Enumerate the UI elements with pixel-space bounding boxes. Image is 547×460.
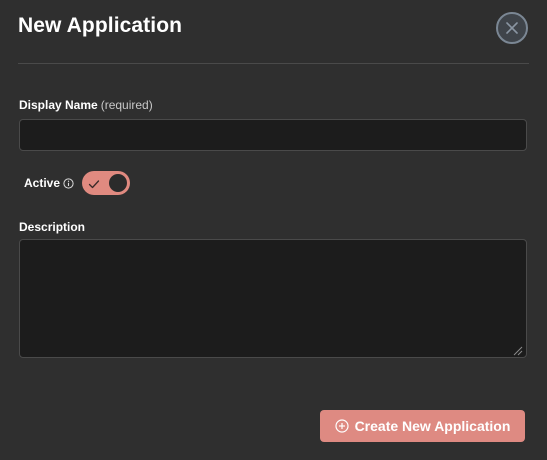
description-label: Description	[19, 220, 86, 234]
create-button-label: Create New Application	[354, 418, 511, 434]
plus-circle-icon	[334, 419, 349, 433]
active-row: Active	[24, 171, 131, 195]
close-button[interactable]	[496, 12, 528, 44]
required-hint: (required)	[100, 98, 153, 112]
toggle-knob	[109, 174, 128, 192]
active-label: Active	[24, 176, 61, 190]
create-new-application-button[interactable]: Create New Application	[320, 410, 525, 442]
header-divider	[18, 63, 529, 64]
resize-handle-icon[interactable]	[512, 343, 523, 356]
active-toggle[interactable]	[82, 171, 131, 195]
display-name-label: Display Name (required)	[19, 98, 153, 112]
description-textarea[interactable]	[19, 239, 527, 358]
info-icon[interactable]	[63, 177, 74, 189]
check-icon	[88, 177, 100, 195]
close-icon	[505, 21, 519, 35]
display-name-input[interactable]	[19, 119, 527, 151]
modal-title: New Application	[18, 14, 183, 37]
new-application-modal: New Application Display Name (required) A…	[0, 0, 547, 460]
display-name-label-text: Display Name	[19, 98, 98, 112]
